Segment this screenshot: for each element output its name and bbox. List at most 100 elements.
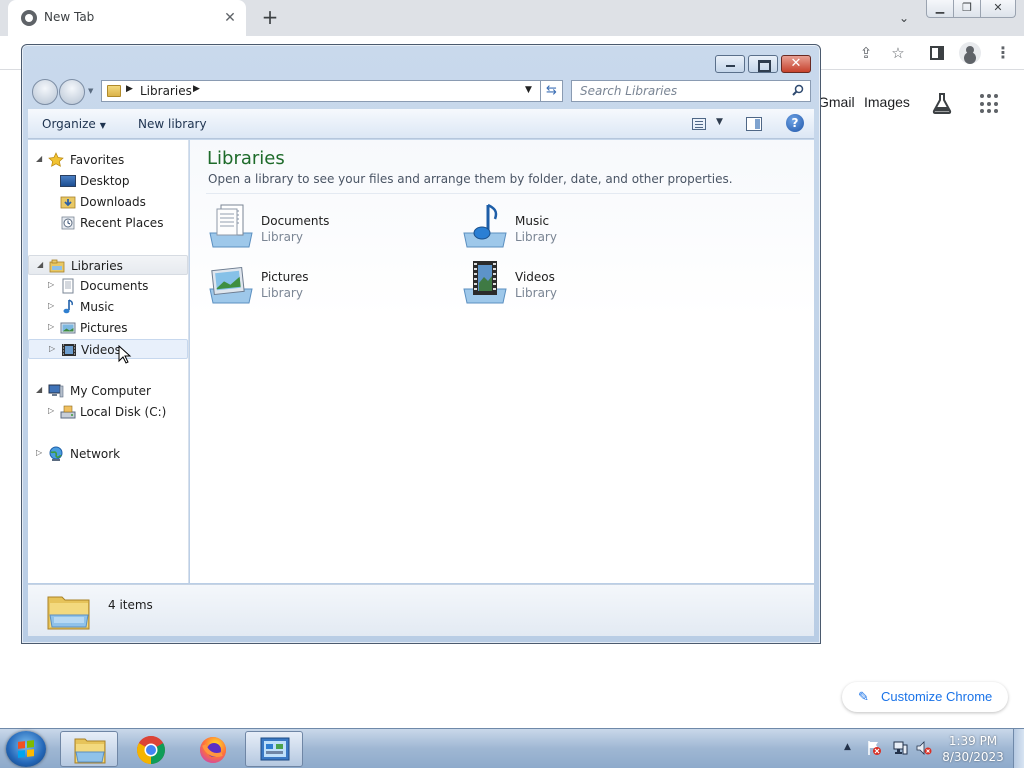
recent-pages-chevron-icon[interactable]: ▼ — [88, 87, 93, 95]
customize-chrome-label: Customize Chrome — [881, 689, 993, 704]
breadcrumb-arrow-icon[interactable]: ▶ — [193, 84, 200, 94]
window-maximize-button[interactable] — [748, 55, 778, 73]
nav-pictures-label: Pictures — [80, 321, 128, 335]
volume-muted-icon[interactable] — [916, 740, 932, 756]
labs-flask-icon[interactable] — [931, 92, 953, 114]
view-details-icon — [692, 118, 706, 130]
nav-downloads[interactable]: Downloads — [28, 192, 188, 212]
gmail-link[interactable]: Gmail — [818, 94, 855, 110]
customize-chrome-button[interactable]: ✎ Customize Chrome — [842, 682, 1008, 712]
forward-button[interactable] — [59, 79, 85, 105]
library-name: Pictures — [261, 270, 309, 284]
library-name: Music — [515, 214, 550, 228]
collapsed-arrow-icon[interactable]: ▷ — [48, 301, 54, 310]
film-strip-icon — [62, 344, 76, 356]
nav-music[interactable]: ▷ Music — [28, 297, 188, 317]
library-tile-documents[interactable]: Documents Library — [207, 203, 447, 253]
tab-new-tab[interactable]: New Tab ✕ — [8, 0, 246, 36]
change-view-button[interactable]: ▼ — [692, 117, 726, 133]
library-tile-music[interactable]: Music Library — [461, 203, 701, 253]
nav-recent-places[interactable]: Recent Places — [28, 213, 188, 233]
star-icon — [48, 152, 64, 167]
menu-kebab-icon[interactable]: ⋮ — [994, 44, 1012, 62]
nav-videos-label: Videos — [81, 343, 121, 357]
nav-documents[interactable]: ▷ Documents — [28, 276, 188, 296]
nav-favorites-label: Favorites — [70, 153, 125, 167]
network-status-icon[interactable] — [892, 740, 908, 756]
library-tile-pictures[interactable]: Pictures Library — [207, 259, 447, 309]
taskbar-google-chrome[interactable] — [121, 731, 179, 767]
library-tile-videos[interactable]: Videos Library — [461, 259, 701, 309]
organize-button[interactable]: Organize ▼ — [42, 117, 106, 131]
tab-close-icon[interactable]: ✕ — [220, 8, 240, 28]
collapsed-arrow-icon[interactable]: ▷ — [49, 344, 55, 353]
breadcrumb-arrow-icon[interactable]: ▶ — [126, 84, 133, 94]
window-close-button[interactable]: ✕ — [781, 55, 811, 73]
expand-arrow-icon[interactable]: ◢ — [36, 385, 42, 394]
nav-local-disk[interactable]: ▷ Local Disk (C:) — [28, 402, 188, 422]
collapsed-arrow-icon[interactable]: ▷ — [48, 280, 54, 289]
library-name: Videos — [515, 270, 555, 284]
expand-arrow-icon[interactable]: ◢ — [37, 260, 43, 269]
new-library-button[interactable]: New library — [138, 117, 207, 131]
start-button[interactable] — [6, 731, 46, 767]
nav-my-computer[interactable]: ◢ My Computer — [28, 381, 188, 401]
library-type: Library — [515, 286, 557, 300]
search-box[interactable] — [571, 80, 811, 102]
share-icon[interactable]: ⇪ — [857, 44, 875, 62]
library-type: Library — [261, 286, 303, 300]
nav-recent-places-label: Recent Places — [80, 216, 164, 230]
clock-date[interactable]: 8/30/2023 — [938, 750, 1008, 764]
tab-search-chevron-icon[interactable]: ⌄ — [894, 8, 914, 28]
address-dropdown-icon[interactable]: ▼ — [525, 85, 532, 95]
nav-network[interactable]: ▷ Network — [28, 444, 188, 464]
apps-grid-icon[interactable] — [980, 94, 1000, 114]
profile-icon[interactable] — [959, 42, 981, 64]
nav-favorites[interactable]: ◢ Favorites — [28, 150, 188, 170]
pictures-icon — [60, 322, 76, 334]
nav-my-computer-label: My Computer — [70, 384, 151, 398]
show-desktop-button[interactable] — [1013, 729, 1024, 768]
new-tab-button[interactable]: + — [258, 6, 282, 30]
explorer-window: ✕ ▼ ▶ Libraries ▶ ▼ ⇆ Organize▼ New libr… — [21, 44, 821, 644]
content-pane: Libraries Open a library to see your fil… — [190, 140, 814, 583]
help-icon[interactable]: ? — [786, 114, 804, 132]
preview-pane-icon[interactable] — [746, 117, 762, 131]
chrome-close-button[interactable]: ✕ — [980, 0, 1016, 18]
taskbar-windows-explorer[interactable] — [60, 731, 118, 767]
window-minimize-button[interactable] — [715, 55, 745, 73]
nav-desktop[interactable]: Desktop — [28, 171, 188, 191]
refresh-button[interactable]: ⇆ — [541, 80, 563, 102]
address-bar[interactable]: ▶ Libraries ▶ ▼ — [101, 80, 541, 102]
nav-libraries-label: Libraries — [71, 259, 123, 273]
clock-time[interactable]: 1:39 PM — [938, 734, 1008, 748]
collapsed-arrow-icon[interactable]: ▷ — [36, 448, 42, 457]
chrome-restore-button[interactable]: ❐ — [953, 0, 981, 18]
content-divider — [206, 193, 800, 194]
nav-videos[interactable]: ▷ Videos — [28, 339, 188, 359]
search-input[interactable] — [572, 81, 782, 101]
pencil-icon: ✎ — [858, 689, 869, 704]
back-button[interactable] — [32, 79, 58, 105]
nav-libraries[interactable]: ◢ Libraries — [28, 255, 188, 275]
action-center-flag-icon[interactable] — [866, 740, 882, 756]
details-pane: 4 items — [28, 584, 814, 636]
navigation-pane: ◢ Favorites Desktop Downloads Recent Pla… — [28, 140, 189, 583]
show-hidden-icons-icon[interactable]: ▲ — [844, 742, 851, 752]
chrome-minimize-button[interactable]: ▁ — [926, 0, 954, 18]
taskbar-firefox[interactable] — [183, 731, 241, 767]
taskbar-control-panel[interactable] — [245, 731, 303, 767]
downloads-folder-icon — [60, 196, 76, 209]
expand-arrow-icon[interactable]: ◢ — [36, 154, 42, 163]
bookmark-star-icon[interactable]: ☆ — [889, 44, 907, 62]
pictures-library-icon — [209, 266, 253, 304]
side-panel-icon[interactable] — [928, 44, 946, 62]
nav-pictures[interactable]: ▷ Pictures — [28, 318, 188, 338]
nav-downloads-label: Downloads — [80, 195, 146, 209]
breadcrumb-libraries[interactable]: Libraries — [140, 84, 192, 98]
recent-places-icon — [61, 216, 75, 230]
search-icon[interactable] — [792, 84, 804, 96]
images-link[interactable]: Images — [864, 94, 910, 110]
collapsed-arrow-icon[interactable]: ▷ — [48, 322, 54, 331]
collapsed-arrow-icon[interactable]: ▷ — [48, 406, 54, 415]
